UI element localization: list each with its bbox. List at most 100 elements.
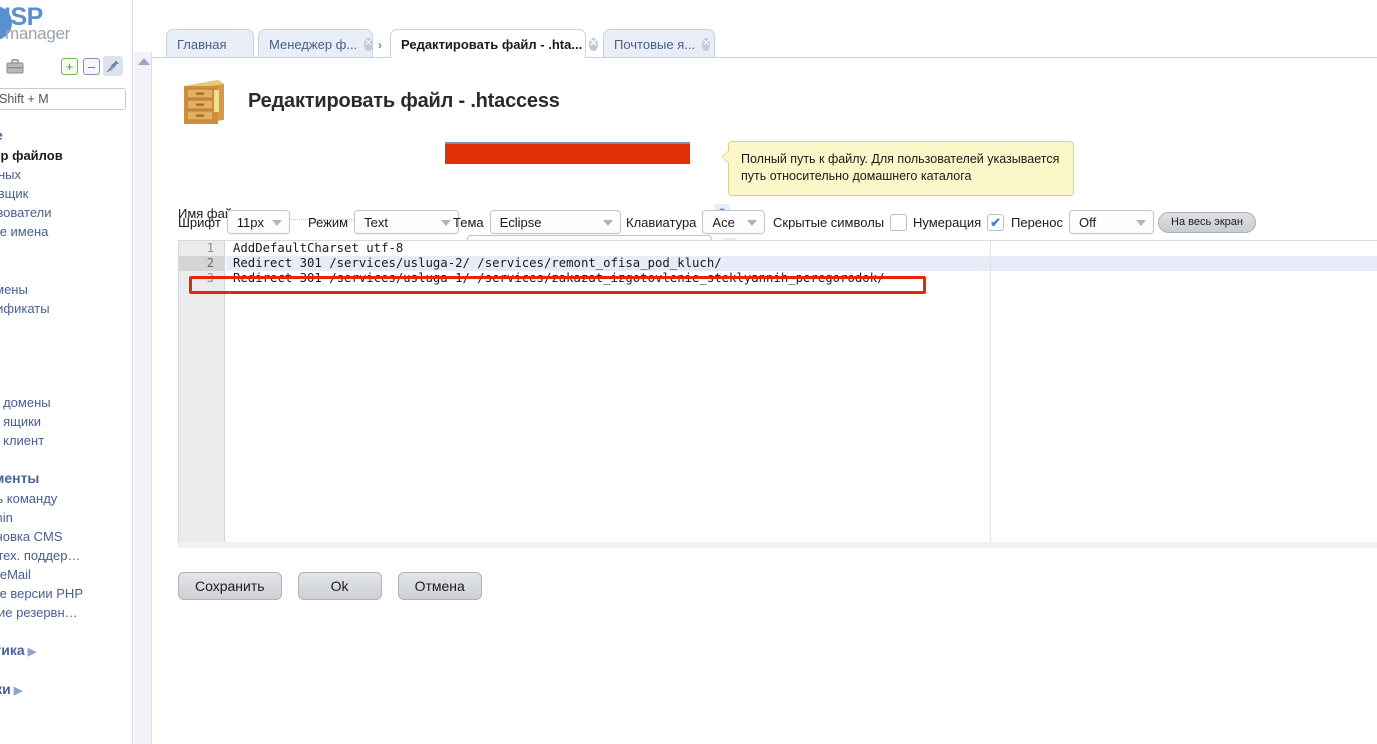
page-title: Редактировать файл - .htaccess <box>248 89 560 112</box>
menu-spacer <box>0 354 132 371</box>
app-root: ISP manager + – ноеджер ф <box>0 0 1377 744</box>
tab-label: Менеджер ф... <box>269 36 358 52</box>
file-cabinet-icon <box>180 76 226 126</box>
font-size-control: Шрифт 11px <box>178 210 290 234</box>
wrap-control: Перенос Off <box>1011 210 1154 234</box>
tab-bar: Главная Менеджер ф... ✕ Редактировать файл … <box>152 0 1377 58</box>
sidebar-group-0[interactable]: ное <box>0 124 132 146</box>
sidebar-item-20[interactable]: Admin <box>0 508 132 527</box>
mode-select[interactable]: Text <box>354 210 460 234</box>
sidebar-item-4[interactable]: ользователи <box>0 203 132 222</box>
sidebar-item-23[interactable]: CubeMail <box>0 565 132 584</box>
tab-0[interactable]: Главная <box>166 29 254 58</box>
filename-field-redacted[interactable] <box>445 142 690 164</box>
ok-button[interactable]: Ok <box>297 572 382 600</box>
cancel-button[interactable]: Отмена <box>397 572 482 600</box>
sidebar-item-22[interactable]: о в тех. поддер… <box>0 546 132 565</box>
fullscreen-button[interactable]: На весь экран <box>1158 211 1256 233</box>
sidebar-group-7[interactable]: й <box>0 258 132 280</box>
chevron-down-icon <box>441 220 452 226</box>
tab-2[interactable]: Редактировать файл - .hta... ✕ <box>390 29 598 58</box>
menu-spacer <box>0 661 132 678</box>
theme-select[interactable]: Eclipse <box>489 210 621 234</box>
sidebar-item-19[interactable]: нить команду <box>0 489 132 508</box>
invisibles-checkbox[interactable] <box>890 213 908 231</box>
invisibles-label: Скрытые символы <box>773 214 885 230</box>
font-size-value: 11px <box>236 214 265 230</box>
sidebar-search-input[interactable] <box>0 88 126 110</box>
tab-close-icon[interactable]: ✕ <box>702 37 711 51</box>
numbering-checkbox[interactable]: ✔ <box>987 213 1005 231</box>
theme-value: Eclipse <box>499 214 542 230</box>
sidebar-toolbar: + – <box>0 52 132 82</box>
code-line[interactable]: AddDefaultCharset utf-8 <box>226 241 1377 256</box>
sidebar-item-8[interactable]: -домены <box>0 280 132 299</box>
sidebar-item-16[interactable]: вый клиент <box>0 431 132 450</box>
sidebar-item-label: ертификаты <box>0 301 50 316</box>
sidebar-group-13[interactable]: а <box>0 371 132 393</box>
sidebar-item-label: истика <box>0 642 25 658</box>
font-size-label: Шрифт <box>178 214 221 230</box>
tab-1[interactable]: Менеджер ф... ✕ <box>258 29 373 58</box>
code-line[interactable]: Redirect 301 /services/usluga-1/ /servic… <box>226 271 1377 286</box>
sidebar-item-14[interactable]: вые домены <box>0 393 132 412</box>
sidebar-menu: ное джер файлов данных ировщик ользователи нн… <box>0 124 132 700</box>
collapse-all-icon[interactable]: – <box>83 58 100 75</box>
sidebar-item-label: становка CMS <box>0 529 63 544</box>
chevron-right-icon: ▶ <box>10 685 23 697</box>
sidebar-group-18[interactable]: рументы <box>0 467 132 489</box>
chevron-down-icon <box>1135 220 1146 226</box>
page-header: Редактировать файл - .htaccess <box>180 72 560 130</box>
editor-toolbar: Шрифт 11px Режим Text Тема Eclipse Клави… <box>178 210 1256 234</box>
font-size-select[interactable]: 11px <box>226 210 290 234</box>
code-text-area[interactable]: AddDefaultCharset utf-8 Redirect 301 /ser… <box>226 241 1377 542</box>
tab-3[interactable]: Почтовые я... ✕ <box>603 29 715 58</box>
theme-label: Тема <box>453 214 484 230</box>
sidebar-item-5[interactable]: нные имена <box>0 222 132 241</box>
code-editor[interactable]: 123 AddDefaultCharset utf-8 Redirect 301 … <box>178 240 1377 542</box>
chevron-down-icon <box>602 220 613 226</box>
sidebar-item-21[interactable]: становка CMS <box>0 527 132 546</box>
code-line[interactable]: Redirect 301 /services/usluga-2/ /servic… <box>226 256 1377 271</box>
wrap-select[interactable]: Off <box>1068 210 1154 234</box>
expand-all-icon[interactable]: + <box>61 58 78 75</box>
line-number: 1 <box>206 241 214 255</box>
sidebar-splitter[interactable] <box>134 52 152 744</box>
print-margin-guide <box>990 241 991 542</box>
sidebar-item-1[interactable]: джер файлов <box>0 146 132 165</box>
sidebar-item-label: вый клиент <box>0 433 45 448</box>
left-sidebar: ISP manager + – ноеджер ф <box>0 0 133 744</box>
briefcase-icon[interactable] <box>4 56 26 78</box>
tab-close-icon[interactable]: ✕ <box>364 37 373 51</box>
sidebar-item-25[interactable]: ление резервн… <box>0 603 132 622</box>
mode-label: Режим <box>308 214 349 230</box>
scroll-up-arrow-icon[interactable] <box>138 58 150 65</box>
sidebar-item-9[interactable]: ертификаты <box>0 299 132 318</box>
line-number: 3 <box>206 271 214 285</box>
save-button[interactable]: Сохранить <box>178 572 282 600</box>
sidebar-item-label: пные версии PHP <box>0 586 83 601</box>
theme-control: Тема Eclipse <box>453 210 621 234</box>
keyboard-control: Клавиатура Ace <box>626 210 766 234</box>
sidebar-item-15[interactable]: вые ящики <box>0 412 132 431</box>
menu-spacer <box>0 450 132 467</box>
isp-manager-logo[interactable]: ISP manager <box>0 2 132 44</box>
tab-close-icon[interactable]: ✕ <box>589 37 598 51</box>
sidebar-item-label: CubeMail <box>0 567 31 582</box>
sidebar-item-24[interactable]: пные версии PHP <box>0 584 132 603</box>
sidebar-item-11[interactable]: алы <box>0 335 132 354</box>
sidebar-group-29[interactable]: ойки ▶ <box>0 678 132 700</box>
tab-label: Главная <box>177 36 227 52</box>
sidebar-item-label: -домены <box>0 282 28 297</box>
line-number: 2 <box>179 256 224 271</box>
pin-icon[interactable] <box>103 56 123 76</box>
menu-spacer <box>0 622 132 639</box>
numbering-control: Нумерация ✔ <box>913 210 1005 234</box>
sidebar-item-3[interactable]: ировщик <box>0 184 132 203</box>
wrap-label: Перенос <box>1011 214 1063 230</box>
sidebar-group-27[interactable]: истика ▶ <box>0 639 132 661</box>
keyboard-select[interactable]: Ace <box>702 210 766 234</box>
sidebar-item-2[interactable]: данных <box>0 165 132 184</box>
editor-bottom-strip <box>178 542 1377 548</box>
tab-chain-icon: › <box>378 38 382 52</box>
